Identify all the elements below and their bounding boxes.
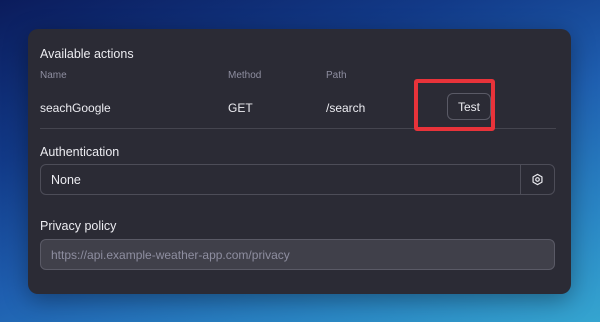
column-header-name: Name — [40, 70, 67, 81]
gpt-actions-panel: Available actions Name Method Path seach… — [28, 29, 571, 294]
column-header-method: Method — [228, 70, 262, 81]
gear-icon — [532, 173, 543, 186]
privacy-policy-input[interactable] — [40, 239, 555, 270]
authentication-field[interactable]: None — [40, 164, 555, 195]
column-header-path: Path — [326, 70, 347, 81]
available-actions-title: Available actions — [40, 47, 134, 61]
action-name: seachGoogle — [40, 101, 111, 115]
action-method: GET — [228, 101, 253, 115]
test-action-button[interactable]: Test — [447, 93, 491, 120]
action-path: /search — [326, 101, 366, 115]
authentication-title: Authentication — [40, 145, 120, 159]
authentication-value: None — [51, 173, 81, 187]
action-row: seachGoogle GET /search Test — [40, 87, 556, 129]
authentication-settings-button[interactable] — [520, 165, 554, 194]
privacy-policy-title: Privacy policy — [40, 219, 117, 233]
